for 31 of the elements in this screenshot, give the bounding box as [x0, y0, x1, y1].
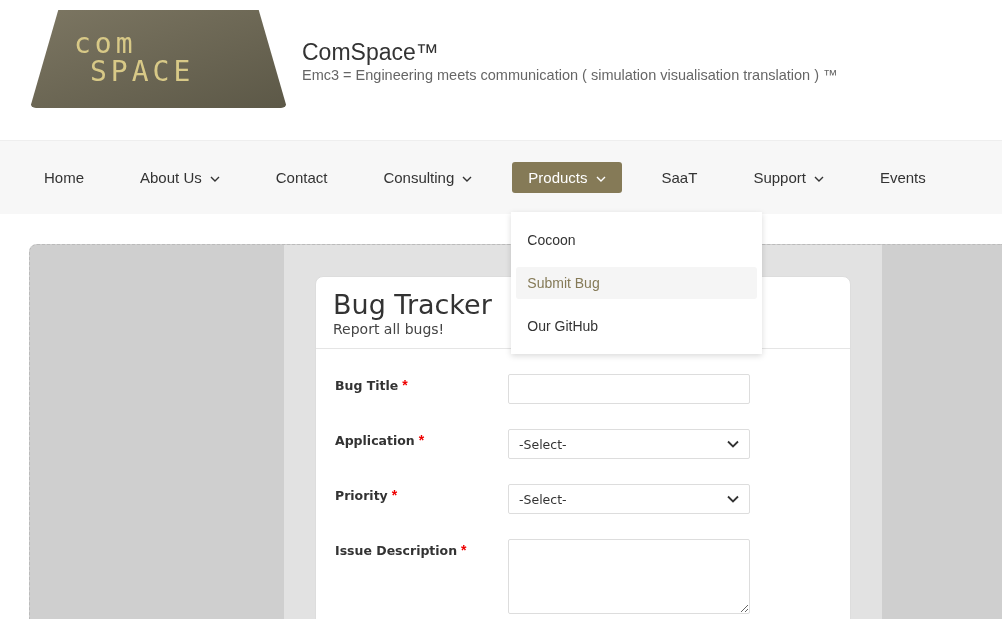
nav-item[interactable]: Contact — [259, 162, 344, 193]
form-subtitle: Report all bugs! — [333, 321, 445, 337]
nav-item[interactable]: Consulting — [367, 162, 489, 193]
nav-item[interactable]: Home — [28, 162, 100, 193]
required-mark: * — [461, 542, 467, 558]
select-field[interactable]: -Select- — [508, 484, 750, 514]
select-field[interactable]: -Select- — [508, 429, 750, 459]
chevron-icon — [727, 495, 739, 503]
required-mark: * — [402, 377, 408, 393]
site-title: ComSpace™ — [302, 38, 440, 66]
required-mark: * — [391, 487, 398, 503]
field-label: Issue Description — [335, 543, 458, 558]
dropdown-item[interactable]: Our GitHub — [516, 310, 758, 342]
dropdown-item[interactable]: Cocoon — [516, 224, 758, 256]
chevron-icon — [727, 440, 739, 448]
field-label: Application — [335, 433, 415, 448]
site-tagline: Emc3 = Engineering meets communication ( simulation visualisation translation ) ™ — [302, 66, 838, 84]
logo-text: SPACE — [90, 58, 195, 86]
logo-text: com — [74, 30, 137, 58]
dropdown-item[interactable]: Submit Bug — [516, 267, 758, 299]
input-field[interactable] — [508, 374, 750, 404]
nav-item[interactable]: Events — [863, 162, 942, 193]
nav-item[interactable]: SaaT — [645, 162, 714, 193]
nav-item[interactable]: Products — [512, 162, 622, 193]
textarea-field[interactable] — [508, 539, 750, 614]
nav-item[interactable]: Support — [737, 162, 840, 193]
required-mark: * — [418, 432, 425, 448]
form-title: Bug Tracker — [333, 289, 493, 321]
nav-item[interactable]: About Us — [124, 162, 236, 193]
field-label: Priority — [335, 488, 388, 503]
field-label: Bug Title — [335, 378, 399, 393]
